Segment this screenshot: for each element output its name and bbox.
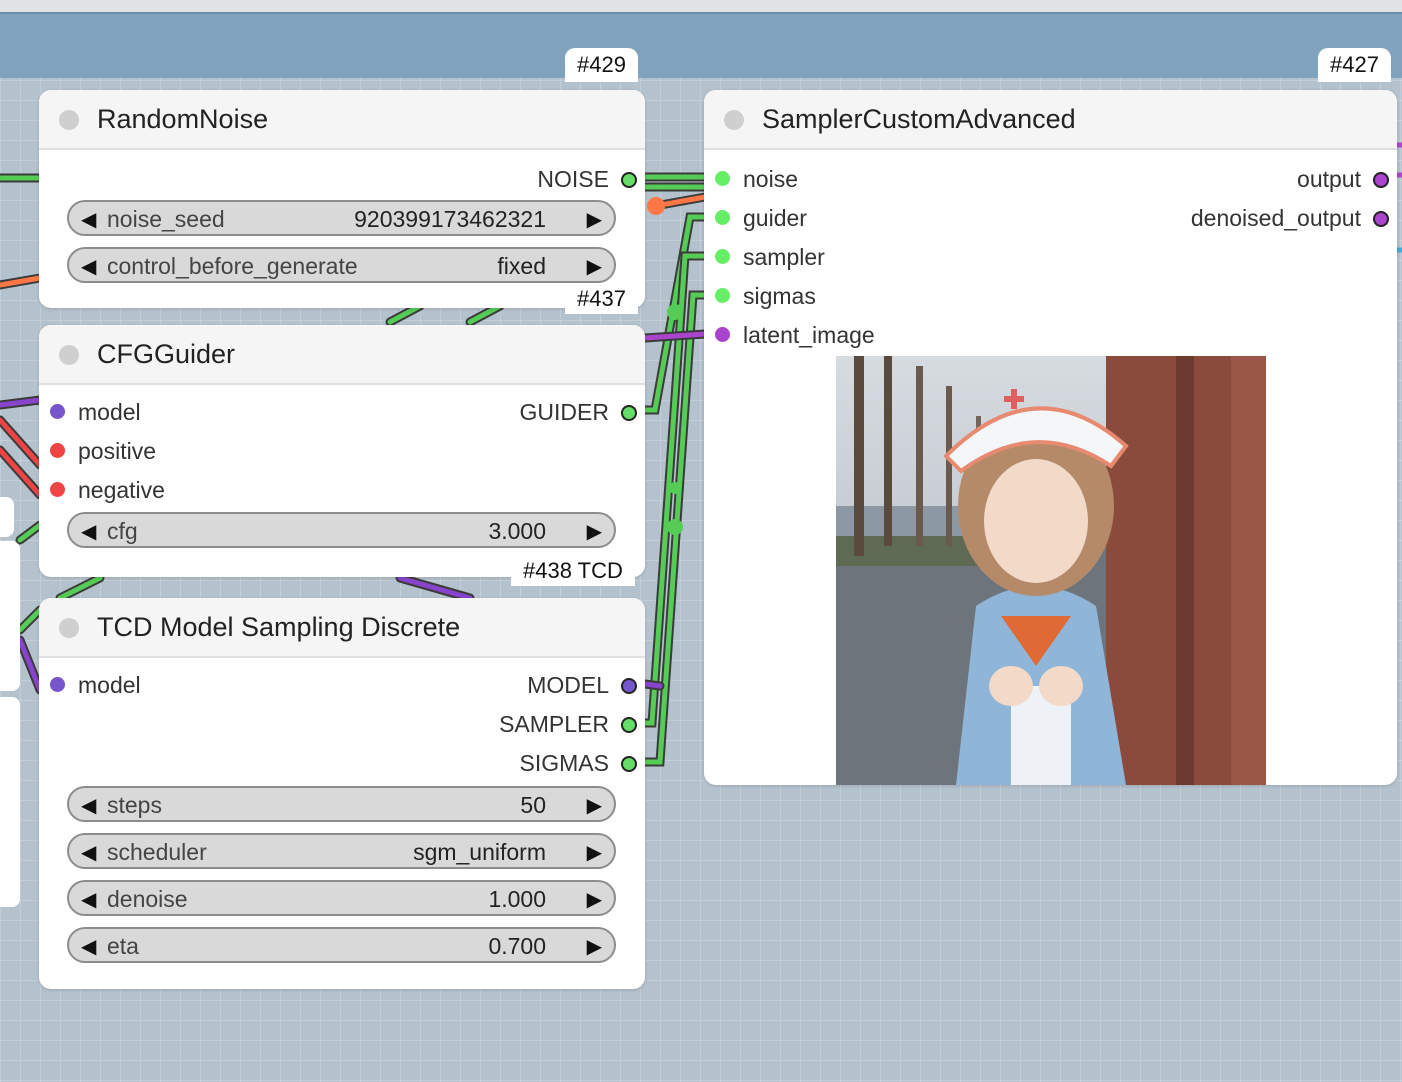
- decrement-arrow-icon[interactable]: ◀: [81, 519, 96, 544]
- node-id-badge: #429: [565, 48, 638, 82]
- collapse-dot-icon[interactable]: [59, 110, 79, 130]
- output-slot-icon[interactable]: [621, 405, 637, 421]
- decrement-arrow-icon[interactable]: ◀: [81, 254, 96, 279]
- output-denoised-output[interactable]: denoised_output: [1191, 205, 1389, 232]
- preview-image[interactable]: [836, 356, 1266, 785]
- node-title: TCD Model Sampling Discrete: [97, 612, 461, 642]
- input-model[interactable]: model: [50, 399, 141, 426]
- input-slot-icon[interactable]: [715, 249, 730, 264]
- input-guider[interactable]: guider: [715, 205, 807, 232]
- input-slot-icon[interactable]: [715, 288, 730, 303]
- node-id-badge: #427: [1318, 48, 1391, 82]
- node-header[interactable]: RandomNoise: [39, 90, 645, 150]
- input-slot-icon[interactable]: [50, 677, 65, 692]
- decrement-arrow-icon[interactable]: ◀: [81, 934, 96, 959]
- node-title: RandomNoise: [97, 104, 269, 134]
- increment-arrow-icon[interactable]: ▶: [587, 207, 602, 232]
- input-sigmas[interactable]: sigmas: [715, 283, 816, 310]
- input-slot-icon[interactable]: [50, 482, 65, 497]
- node-header[interactable]: TCD Model Sampling Discrete: [39, 598, 645, 658]
- output-slot-icon[interactable]: [621, 756, 637, 772]
- collapse-dot-icon[interactable]: [59, 618, 79, 638]
- input-slot-icon[interactable]: [50, 443, 65, 458]
- input-latent-image[interactable]: latent_image: [715, 322, 875, 349]
- input-positive[interactable]: positive: [50, 438, 156, 465]
- increment-arrow-icon[interactable]: ▶: [587, 254, 602, 279]
- node-header[interactable]: CFGGuider: [39, 325, 645, 385]
- node-cfg-guider[interactable]: CFGGuider model positive negative GUIDER…: [39, 325, 645, 577]
- output-slot-icon[interactable]: [621, 678, 637, 694]
- decrement-arrow-icon[interactable]: ◀: [81, 207, 96, 232]
- output-sigmas[interactable]: SIGMAS: [520, 750, 637, 777]
- output-slot-icon[interactable]: [1373, 211, 1389, 227]
- decrement-arrow-icon[interactable]: ◀: [81, 887, 96, 912]
- input-noise[interactable]: noise: [715, 166, 798, 193]
- decrement-arrow-icon[interactable]: ◀: [81, 840, 96, 865]
- output-noise[interactable]: NOISE: [537, 166, 637, 193]
- widget-scheduler[interactable]: ◀ scheduler sgm_uniform ▶: [67, 833, 616, 869]
- input-slot-icon[interactable]: [715, 171, 730, 186]
- decrement-arrow-icon[interactable]: ◀: [81, 793, 96, 818]
- increment-arrow-icon[interactable]: ▶: [587, 793, 602, 818]
- node-random-noise[interactable]: RandomNoise NOISE ◀ noise_seed 920399173…: [39, 90, 645, 308]
- collapse-dot-icon[interactable]: [59, 345, 79, 365]
- increment-arrow-icon[interactable]: ▶: [587, 519, 602, 544]
- output-model[interactable]: MODEL: [527, 672, 637, 699]
- node-id-badge: #437: [565, 284, 638, 314]
- input-model[interactable]: model: [50, 672, 141, 699]
- input-slot-icon[interactable]: [50, 404, 65, 419]
- node-title: SamplerCustomAdvanced: [762, 104, 1076, 134]
- widget-eta[interactable]: ◀ eta 0.700 ▶: [67, 927, 616, 963]
- node-sampler-custom-advanced[interactable]: SamplerCustomAdvanced noise guider sampl…: [704, 90, 1397, 785]
- input-slot-icon[interactable]: [715, 210, 730, 225]
- output-slot-icon[interactable]: [621, 172, 637, 188]
- collapse-dot-icon[interactable]: [724, 110, 744, 130]
- output-slot-icon[interactable]: [1373, 172, 1389, 188]
- output-sampler[interactable]: SAMPLER: [499, 711, 637, 738]
- widget-noise-seed[interactable]: ◀ noise_seed 920399173462321 ▶: [67, 200, 616, 236]
- input-sampler[interactable]: sampler: [715, 244, 825, 271]
- widget-steps[interactable]: ◀ steps 50 ▶: [67, 786, 616, 822]
- output-slot-icon[interactable]: [621, 717, 637, 733]
- output-output[interactable]: output: [1297, 166, 1389, 193]
- offscreen-node-2: [0, 541, 20, 691]
- widget-denoise[interactable]: ◀ denoise 1.000 ▶: [67, 880, 616, 916]
- node-header[interactable]: SamplerCustomAdvanced: [704, 90, 1397, 150]
- output-guider[interactable]: GUIDER: [520, 399, 637, 426]
- increment-arrow-icon[interactable]: ▶: [587, 840, 602, 865]
- input-negative[interactable]: negative: [50, 477, 165, 504]
- node-tcd-model-sampling[interactable]: TCD Model Sampling Discrete model MODEL …: [39, 598, 645, 989]
- input-slot-icon[interactable]: [715, 327, 730, 342]
- widget-cfg[interactable]: ◀ cfg 3.000 ▶: [67, 512, 616, 548]
- increment-arrow-icon[interactable]: ▶: [587, 887, 602, 912]
- offscreen-node-3: [0, 697, 20, 907]
- increment-arrow-icon[interactable]: ▶: [587, 934, 602, 959]
- widget-control-before-generate[interactable]: ◀ control_before_generate fixed ▶: [67, 247, 616, 283]
- offscreen-node-1: [0, 497, 14, 537]
- node-title: CFGGuider: [97, 339, 236, 369]
- node-id-badge: #438 TCD: [511, 556, 635, 586]
